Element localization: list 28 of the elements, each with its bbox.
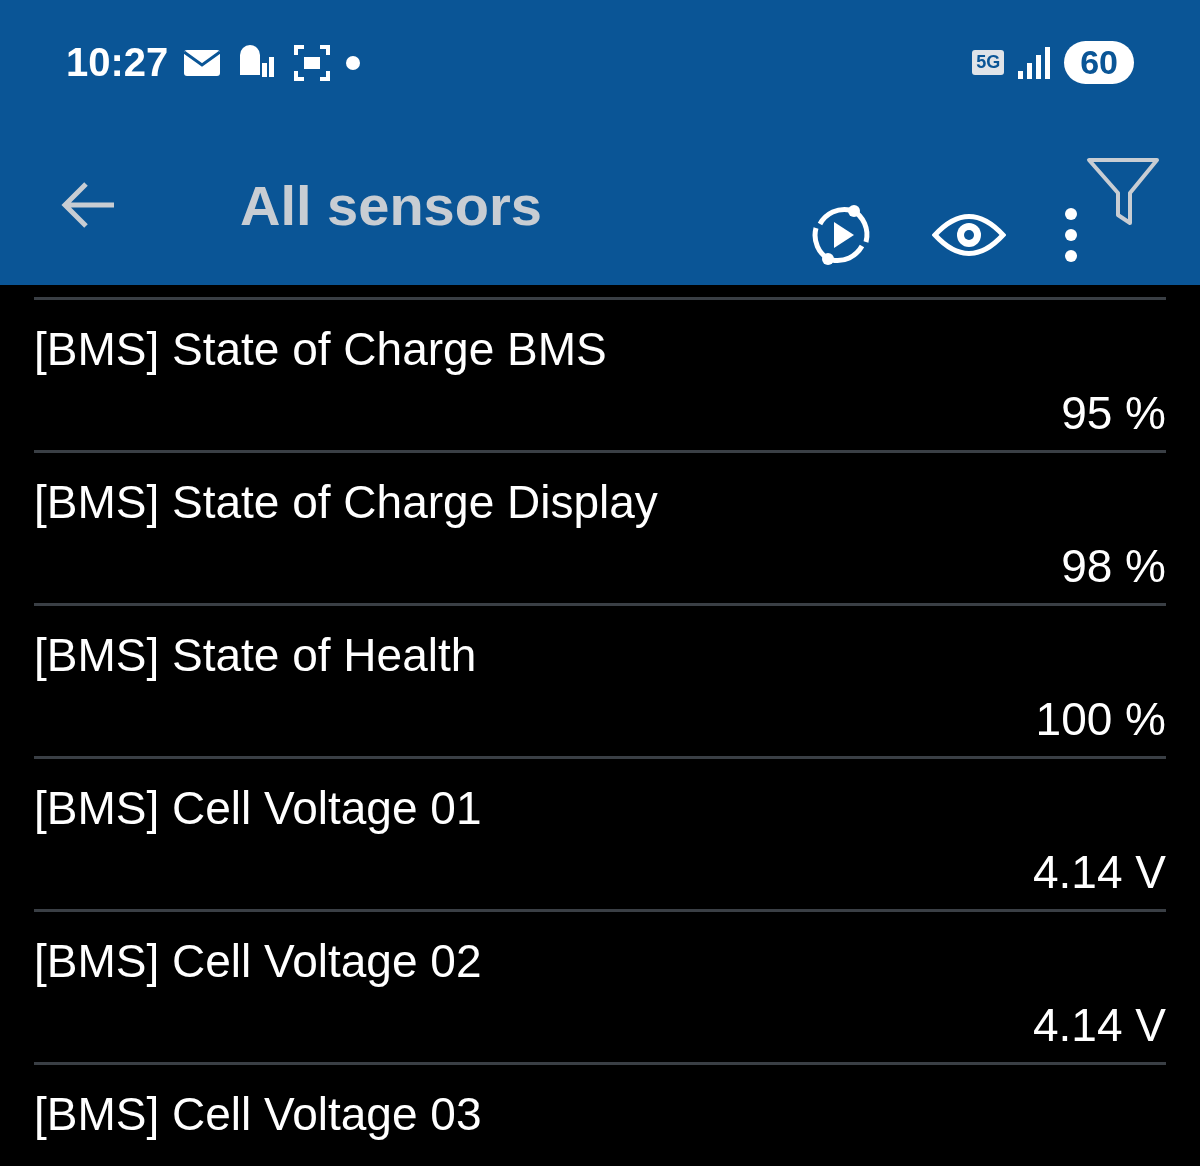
- back-button[interactable]: [60, 180, 116, 230]
- filter-button[interactable]: [1086, 157, 1160, 227]
- sensor-name: [BMS] Cell Voltage 02: [34, 934, 483, 988]
- sensor-value: 95 %: [1061, 386, 1166, 440]
- sensor-value: 100 %: [1035, 692, 1166, 746]
- more-options-button[interactable]: [1064, 207, 1078, 263]
- sensor-row[interactable]: [BMS] Cell Voltage 02 4.14 V: [34, 909, 1166, 1062]
- mail-icon: [182, 47, 223, 78]
- screen-title: All sensors: [240, 172, 542, 238]
- battery-level: 60: [1064, 41, 1134, 84]
- sensor-name: [BMS] Cell Voltage 03: [34, 1087, 483, 1141]
- sensor-name: [BMS] State of Charge BMS: [34, 322, 608, 376]
- dot-icon: [346, 55, 361, 70]
- network-type: 5G: [972, 50, 1005, 75]
- sensor-name: [BMS] State of Health: [34, 628, 478, 682]
- status-time: 10:27: [66, 40, 169, 85]
- screenshot-icon: [292, 42, 333, 83]
- sensor-row[interactable]: [BMS] Cell Voltage 01 4.14 V: [34, 756, 1166, 909]
- sensor-name: [BMS] State of Charge Display: [34, 475, 659, 529]
- sensor-value: 98 %: [1061, 539, 1166, 593]
- sensor-row[interactable]: [BMS] State of Health 100 %: [34, 603, 1166, 756]
- sensor-name: [BMS] Cell Voltage 01: [34, 781, 483, 835]
- sensor-row[interactable]: [BMS] Cell Voltage 03: [34, 1062, 1166, 1166]
- sensor-value: 4.14 V: [1033, 845, 1166, 899]
- sensor-row[interactable]: [BMS] State of Charge BMS 95 %: [34, 297, 1166, 450]
- signal-icon: [1018, 46, 1051, 79]
- sensor-row[interactable]: [BMS] State of Charge Display 98 %: [34, 450, 1166, 603]
- sensor-value: 4.14 V: [1033, 998, 1166, 1052]
